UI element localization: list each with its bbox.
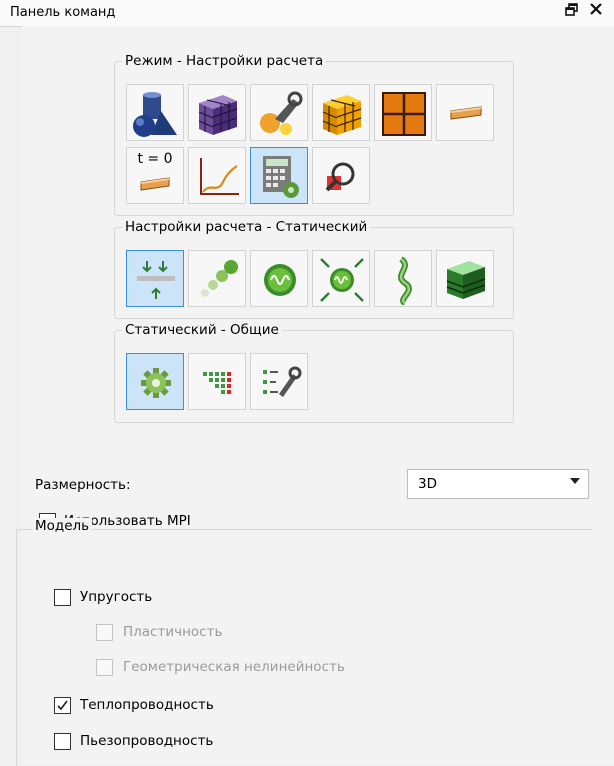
close-icon[interactable] — [589, 2, 603, 20]
plasticity-checkbox[interactable] — [96, 624, 113, 641]
group-calc: Настройки расчета - Статический — [114, 218, 514, 319]
restore-icon[interactable] — [565, 3, 579, 21]
dimension-value: 3D — [418, 476, 437, 492]
panel-title: Панель команд — [10, 5, 116, 20]
check-icon — [57, 700, 68, 711]
harmonic-icon — [398, 256, 412, 305]
group-calc-label: Настройки расчета - Статический — [122, 218, 371, 236]
piezoconductivity-checkbox[interactable] — [54, 733, 71, 750]
group-model-legend: Модель — [32, 518, 93, 534]
dynamic-icon — [201, 260, 238, 297]
elasticity-checkbox[interactable] — [54, 589, 71, 606]
calculator-settings-button[interactable] — [250, 147, 308, 204]
piezoconductivity-label: Пьезопроводность — [80, 733, 214, 749]
cube-grid-icon — [322, 95, 362, 135]
beam-button[interactable] — [436, 84, 494, 141]
matrix-button[interactable] — [188, 353, 246, 410]
layered-cube-button[interactable] — [436, 250, 494, 307]
static-icon — [137, 261, 175, 299]
initial-conditions-label: t = 0 — [137, 151, 173, 167]
elasticity-label: Упругость — [80, 589, 153, 605]
group-model — [16, 529, 593, 766]
buckling-icon — [320, 258, 364, 302]
modal-button[interactable] — [250, 250, 308, 307]
group-static: Статический - Общие — [114, 321, 514, 423]
buckling-button[interactable] — [312, 250, 370, 307]
settings-gear-icon — [141, 368, 171, 398]
layered-cube-icon — [446, 261, 486, 299]
group-mode-label: Режим - Настройки расчета — [122, 52, 327, 70]
heat-conduction-checkbox[interactable] — [54, 697, 71, 714]
geometry-button[interactable] — [126, 84, 184, 141]
grid-plane-icon — [382, 92, 426, 136]
grid-plane-button[interactable] — [374, 84, 432, 141]
beam-icon — [450, 106, 482, 120]
static-button[interactable] — [126, 250, 184, 307]
dimension-select[interactable]: 3D — [407, 469, 589, 499]
geometric-nonlinearity-label: Геометрическая нелинейность — [123, 659, 345, 675]
mesh-cube-button[interactable] — [188, 84, 246, 141]
geometric-nonlinearity-checkbox[interactable] — [96, 659, 113, 676]
cube-grid-button[interactable] — [312, 84, 370, 141]
settings-gear-button[interactable] — [126, 353, 184, 410]
dynamic-button[interactable] — [188, 250, 246, 307]
properties-icon — [260, 91, 303, 135]
calculator-settings-icon — [263, 156, 299, 198]
chevron-down-icon — [570, 478, 580, 484]
matrix-icon — [203, 372, 231, 394]
initial-conditions-button[interactable]: t = 0 — [126, 147, 184, 204]
list-settings-button[interactable] — [250, 353, 308, 410]
dimension-label: Размерность: — [35, 477, 131, 493]
list-settings-icon — [263, 366, 302, 397]
heat-conduction-label: Теплопроводность — [80, 697, 214, 713]
harmonic-button[interactable] — [374, 250, 432, 307]
mesh-cube-icon — [198, 95, 238, 135]
zoom-result-icon — [325, 162, 355, 192]
zoom-result-button[interactable] — [312, 147, 370, 204]
modal-icon — [264, 264, 296, 296]
graph-icon — [200, 158, 239, 195]
plasticity-label: Пластичность — [123, 624, 223, 640]
panel-titlebar: Панель команд — [0, 0, 614, 27]
group-mode: Режим - Настройки расчета t = 0 — [114, 52, 514, 216]
initial-conditions-icon — [140, 177, 170, 191]
group-static-label: Статический - Общие — [122, 321, 282, 339]
properties-button[interactable] — [250, 84, 308, 141]
graph-button[interactable] — [188, 147, 246, 204]
geometry-icon — [133, 92, 177, 137]
